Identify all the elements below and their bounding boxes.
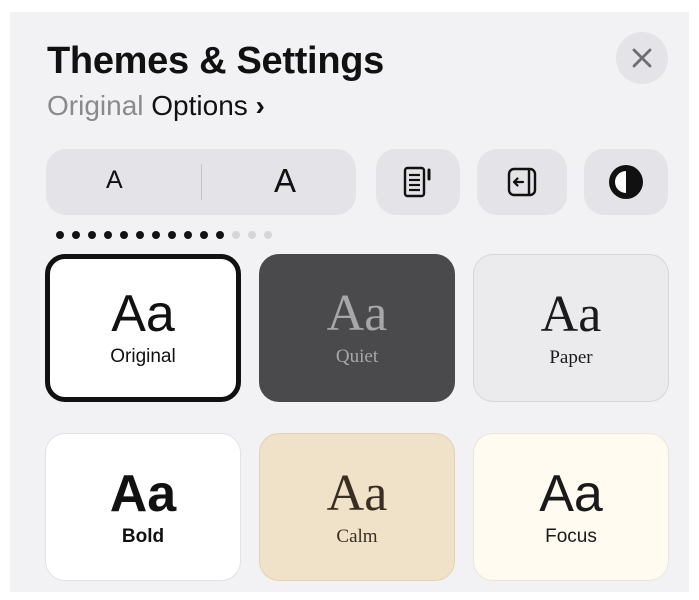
theme-sample: Aa (109, 465, 177, 523)
theme-name: Calm (336, 526, 378, 547)
theme-sample: Aa (111, 285, 175, 343)
theme-bold[interactable]: Aa Bold (45, 433, 241, 581)
themes-settings-sheet: Themes & Settings Original Options › A A (10, 12, 689, 592)
font-size-control: A A (46, 149, 356, 215)
theme-name: Bold (121, 526, 165, 547)
theme-sample: Aa (540, 286, 602, 343)
page-dot (120, 231, 128, 239)
theme-sample: Aa (326, 465, 388, 522)
page-dot (216, 231, 224, 239)
theme-original[interactable]: Aa Original (45, 254, 241, 402)
options-link[interactable]: Original Options › (47, 90, 265, 122)
page-layout-icon (403, 166, 431, 198)
page-indicator (56, 231, 272, 241)
sidebar-button[interactable] (477, 149, 567, 215)
page-dot (152, 231, 160, 239)
theme-quiet[interactable]: Aa Quiet (259, 254, 455, 402)
theme-focus[interactable]: Aa Focus (473, 433, 669, 581)
page-dot (104, 231, 112, 239)
page-dot (248, 231, 256, 239)
close-icon (632, 48, 652, 68)
theme-calm[interactable]: Aa Calm (259, 433, 455, 581)
page-dot (56, 231, 64, 239)
page-layout-button[interactable] (376, 149, 460, 215)
theme-name: Original (110, 346, 176, 367)
theme-name: Paper (549, 347, 593, 368)
font-size-divider (201, 164, 202, 200)
theme-sample: Aa (539, 465, 603, 523)
page-dot (264, 231, 272, 239)
chevron-right-icon: › (255, 90, 265, 121)
page-dot (232, 231, 240, 239)
sidebar-icon (507, 167, 537, 197)
current-theme-label: Original (47, 90, 144, 121)
page-dot (72, 231, 80, 239)
theme-name: Focus (545, 526, 597, 547)
page-dot (136, 231, 144, 239)
page-dot (184, 231, 192, 239)
appearance-contrast-icon (609, 165, 643, 199)
page-dot (200, 231, 208, 239)
options-label: Options (151, 90, 248, 121)
theme-name: Quiet (335, 346, 379, 367)
theme-paper[interactable]: Aa Paper (473, 254, 669, 402)
page-title: Themes & Settings (47, 40, 384, 82)
appearance-button[interactable] (584, 149, 668, 215)
page-dot (88, 231, 96, 239)
page-dot (168, 231, 176, 239)
increase-font-button[interactable]: A (274, 162, 296, 200)
close-button[interactable] (616, 32, 668, 84)
theme-sample: Aa (326, 285, 388, 342)
decrease-font-button[interactable]: A (106, 166, 123, 195)
